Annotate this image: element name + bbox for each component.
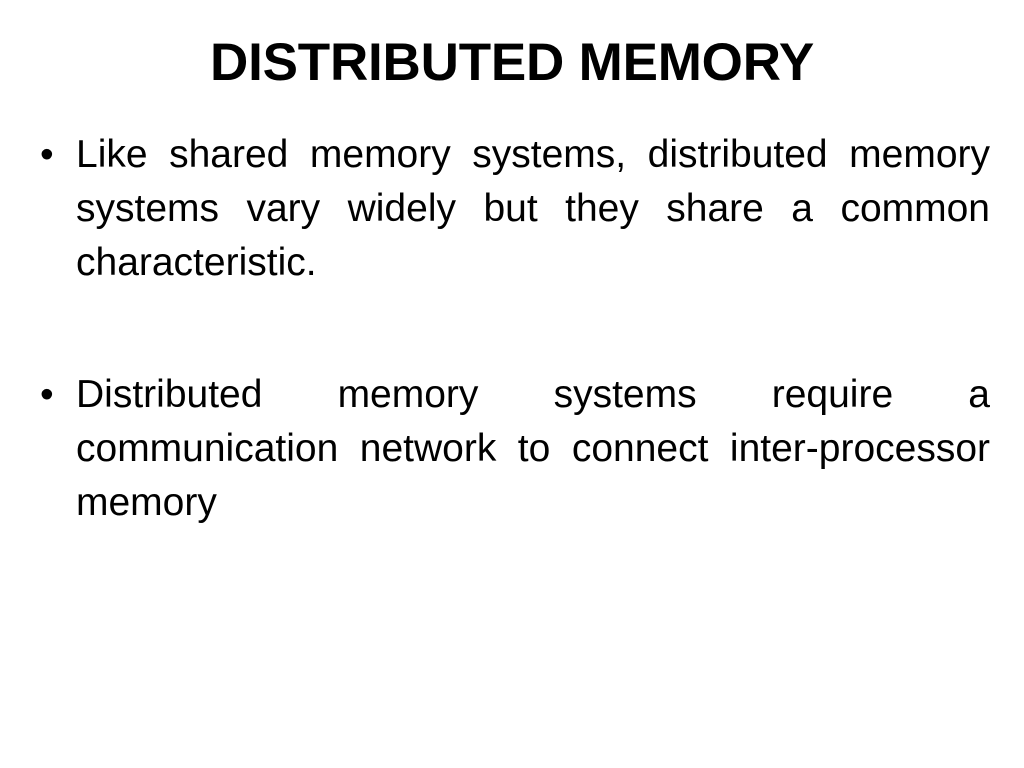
bullet-point-icon: • [40, 373, 54, 416]
slide-canvas: DISTRIBUTED MEMORY • Like shared memory … [0, 0, 1024, 768]
bullet-paragraph-2: • Distributed memory systems require a c… [30, 368, 990, 530]
slide-body: • Like shared memory systems, distribute… [30, 128, 990, 530]
bullet-paragraph-1: • Like shared memory systems, distribute… [30, 128, 990, 290]
bullet-paragraph-2-text: Distributed memory systems require a com… [76, 373, 990, 524]
page-title: DISTRIBUTED MEMORY [210, 33, 814, 92]
bullet-point-icon: • [40, 133, 54, 176]
bullet-paragraph-1-text: Like shared memory systems, distributed … [76, 133, 990, 284]
